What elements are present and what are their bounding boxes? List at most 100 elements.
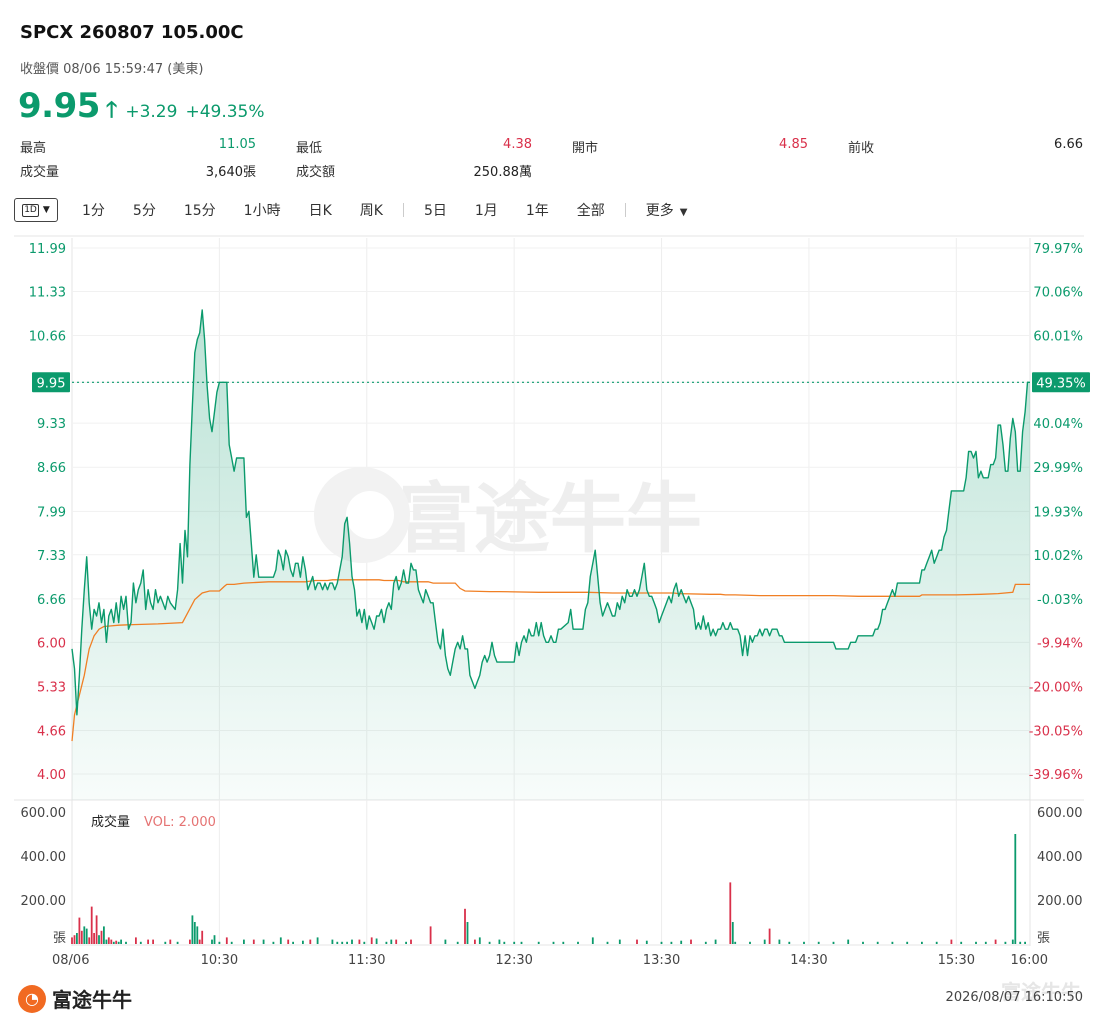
volume-bar bbox=[478, 937, 481, 944]
volume-bar bbox=[891, 941, 894, 944]
intraday-chart[interactable]: 富途牛牛 08/06 10:30 11:30 12:30 13:30 14:30 15:30… bbox=[0, 232, 1103, 972]
volume-bar bbox=[803, 941, 805, 944]
volume-bar bbox=[456, 941, 459, 944]
volume-bar bbox=[690, 939, 692, 944]
volume-bar bbox=[125, 941, 127, 944]
tab-weekly-k[interactable]: 周K bbox=[346, 200, 397, 220]
y-pct-tick-label: 10.02% bbox=[1033, 549, 1083, 564]
tab-5min[interactable]: 5分 bbox=[119, 200, 170, 220]
volume-bar bbox=[117, 941, 120, 944]
x-tick-label: 12:30 bbox=[495, 953, 532, 968]
tab-1min[interactable]: 1分 bbox=[68, 200, 119, 220]
volume-bar bbox=[935, 941, 938, 944]
volume-bar bbox=[105, 939, 108, 944]
stat-label-low: 最低 bbox=[296, 141, 323, 156]
volume-bar bbox=[336, 941, 339, 944]
volume-bar bbox=[562, 941, 565, 944]
tab-1hour[interactable]: 1小時 bbox=[230, 200, 295, 220]
volume-bar bbox=[112, 941, 115, 944]
tab-5day[interactable]: 5日 bbox=[410, 200, 461, 220]
y-pct-tick-label: 29.99% bbox=[1033, 461, 1083, 476]
volume-bar bbox=[552, 941, 555, 944]
tab-1year[interactable]: 1年 bbox=[512, 200, 563, 220]
volume-bar bbox=[169, 939, 172, 944]
y-tick-label: 8.66 bbox=[37, 461, 66, 476]
x-tick-label: 13:30 bbox=[643, 953, 680, 968]
volume-bar bbox=[370, 937, 373, 944]
volume-bar bbox=[994, 939, 997, 944]
y-pct-tick-label: 70.06% bbox=[1033, 285, 1083, 300]
volume-bar bbox=[385, 941, 388, 944]
volume-bar bbox=[152, 939, 154, 944]
stat-label-turnover: 成交額 bbox=[296, 165, 336, 180]
volume-bar bbox=[292, 941, 294, 944]
volume-bar bbox=[645, 940, 648, 944]
period-selector[interactable]: 1D ▼ bbox=[14, 198, 58, 222]
volume-bar bbox=[83, 926, 86, 944]
volume-bar bbox=[196, 926, 199, 944]
y-pct-tick-label: -39.96% bbox=[1029, 768, 1083, 783]
tab-15min[interactable]: 15分 bbox=[170, 200, 230, 220]
volume-bar bbox=[272, 941, 275, 944]
volume-bar bbox=[636, 939, 638, 944]
volume-bar bbox=[832, 941, 835, 944]
volume-bar bbox=[847, 939, 850, 944]
volume-bar bbox=[375, 938, 378, 944]
volume-bar bbox=[262, 939, 265, 944]
volume-bar bbox=[201, 930, 204, 944]
volume-bar bbox=[211, 939, 213, 944]
volume-bar bbox=[960, 941, 963, 944]
chevron-down-icon: ▼ bbox=[679, 207, 688, 218]
tab-daily-k[interactable]: 日K bbox=[295, 200, 346, 220]
tab-1month[interactable]: 1月 bbox=[461, 200, 512, 220]
stat-label-prev-close: 前收 bbox=[848, 141, 875, 156]
volume-bar bbox=[80, 930, 83, 944]
last-pct-badge-text: 49.35% bbox=[1036, 376, 1086, 391]
y-tick-label: 11.99 bbox=[29, 242, 66, 257]
watermark-logo-icon bbox=[314, 467, 410, 563]
volume-bar bbox=[520, 941, 523, 944]
tab-all[interactable]: 全部 bbox=[563, 200, 619, 220]
volume-tick-label-right: 600.00 bbox=[1037, 806, 1083, 821]
period-selected-label: 1D bbox=[22, 203, 39, 217]
chevron-down-icon: ▼ bbox=[42, 205, 50, 215]
volume-bar bbox=[252, 939, 255, 944]
stat-value-open: 4.85 bbox=[779, 137, 808, 152]
volume-bar bbox=[606, 941, 609, 944]
volume-tick-label: 200.00 bbox=[21, 894, 67, 909]
tab-more[interactable]: 更多 ▼ bbox=[632, 200, 702, 220]
contract-title: SPCX 260807 105.00C bbox=[20, 22, 244, 43]
volume-tick-label: 600.00 bbox=[21, 806, 67, 821]
volume-bar bbox=[287, 939, 290, 944]
volume-bar bbox=[729, 882, 732, 944]
volume-bar bbox=[749, 941, 751, 944]
volume-bar bbox=[488, 941, 491, 944]
volume-title: 成交量 bbox=[91, 814, 130, 830]
volume-bar bbox=[279, 937, 282, 944]
y-pct-tick-label: -0.03% bbox=[1037, 593, 1083, 608]
volume-bar bbox=[225, 937, 228, 944]
timestamp: 2026/08/07 16:10:50 bbox=[945, 990, 1083, 1005]
brand-logo: ◔ 富途牛牛 bbox=[18, 984, 132, 1013]
x-tick-label: 16:00 bbox=[1011, 953, 1048, 968]
volume-bar bbox=[103, 926, 105, 944]
volume-bar bbox=[213, 935, 216, 944]
volume-bar bbox=[139, 941, 142, 944]
volume-bar bbox=[704, 941, 707, 944]
price-change: +3.29 bbox=[125, 102, 178, 122]
volume-bar bbox=[93, 933, 95, 944]
volume-tick-label-right: 400.00 bbox=[1037, 850, 1083, 865]
volume-bar bbox=[464, 908, 466, 944]
volume-bar bbox=[100, 930, 103, 944]
volume-bar bbox=[351, 939, 353, 944]
volume-bar bbox=[147, 939, 149, 944]
price-change-pct: +49.35% bbox=[185, 102, 265, 122]
close-time-subtitle: 收盤價 08/06 15:59:47 (美東) bbox=[20, 62, 204, 77]
last-price: 9.95 bbox=[18, 86, 100, 126]
y-pct-tick-label: -20.00% bbox=[1029, 680, 1083, 695]
volume-bar bbox=[763, 939, 766, 944]
volume-bar bbox=[768, 928, 771, 944]
volume-bar bbox=[862, 941, 864, 944]
y-pct-tick-label: 60.01% bbox=[1033, 330, 1083, 345]
volume-bar bbox=[474, 939, 476, 944]
